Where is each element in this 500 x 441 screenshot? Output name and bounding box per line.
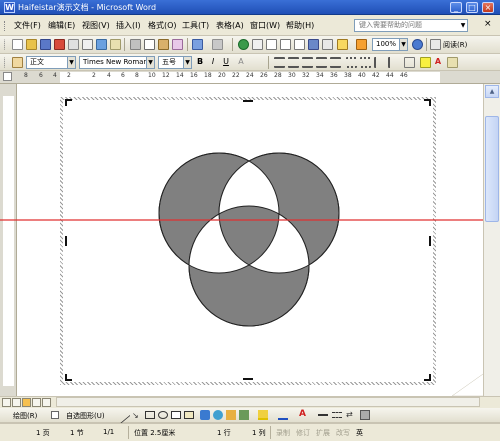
status-separator — [270, 426, 271, 439]
line-style-icon[interactable] — [318, 414, 328, 416]
status-section: 1 节 — [70, 429, 84, 437]
textbox-tool-icon[interactable] — [171, 411, 181, 419]
status-bar: 1 页 1 节 1/1 位置 2.5厘米 1 行 1 列 录制 修订 扩展 改写… — [0, 423, 500, 441]
canvas-corner-handle — [65, 374, 72, 381]
status-page: 1 页 — [36, 429, 50, 437]
vertical-textbox-icon[interactable] — [184, 411, 194, 419]
outline-view-button[interactable] — [32, 398, 41, 407]
scroll-thumb[interactable] — [485, 116, 499, 222]
picture-icon[interactable] — [239, 410, 249, 420]
venn-diagram[interactable] — [0, 0, 500, 441]
status-extend[interactable]: 扩展 — [316, 428, 330, 438]
reading-view-button[interactable] — [42, 398, 51, 407]
horizontal-scrollbar[interactable] — [56, 397, 480, 407]
status-column: 1 列 — [252, 429, 266, 437]
fill-color-icon[interactable] — [258, 410, 268, 420]
vertical-scrollbar[interactable]: ▲ — [483, 84, 500, 396]
scroll-up-button[interactable]: ▲ — [485, 85, 499, 98]
diagram-icon[interactable] — [213, 410, 223, 420]
normal-view-button[interactable] — [2, 398, 11, 407]
autoshapes-menu-button[interactable]: 自选图形(U) — [66, 411, 105, 421]
canvas-corner-handle — [424, 99, 431, 106]
status-record[interactable]: 录制 — [276, 428, 290, 438]
rectangle-tool-icon[interactable] — [145, 411, 155, 419]
arrow-style-icon[interactable]: ⇄ — [346, 410, 353, 419]
oval-tool-icon[interactable] — [158, 411, 168, 419]
status-overtype[interactable]: 改写 — [336, 428, 350, 438]
status-line: 1 行 — [217, 429, 231, 437]
status-track-changes[interactable]: 修订 — [296, 428, 310, 438]
canvas-corner-handle — [65, 99, 72, 106]
dash-style-icon[interactable] — [332, 412, 342, 418]
clipart-icon[interactable] — [226, 410, 236, 420]
shadow-style-icon[interactable] — [360, 410, 370, 420]
print-view-button[interactable] — [22, 398, 31, 407]
font-color-draw-icon[interactable]: A — [299, 409, 306, 419]
drawing-toolbar: 绘图(R) 自选图形(U) ↘ A ⇄ — [0, 404, 500, 427]
select-objects-icon[interactable] — [51, 411, 59, 419]
line-color-icon[interactable] — [278, 410, 288, 420]
status-separator — [128, 426, 129, 439]
web-view-button[interactable] — [12, 398, 21, 407]
arrow-tool-icon[interactable]: ↘ — [132, 411, 139, 420]
wordart-icon[interactable] — [200, 410, 210, 420]
draw-menu-button[interactable]: 绘图(R) — [13, 411, 37, 421]
status-page-of: 1/1 — [103, 428, 115, 436]
status-language: 英 — [356, 429, 363, 437]
status-position: 位置 2.5厘米 — [134, 429, 176, 437]
canvas-corner-handle — [424, 374, 431, 381]
